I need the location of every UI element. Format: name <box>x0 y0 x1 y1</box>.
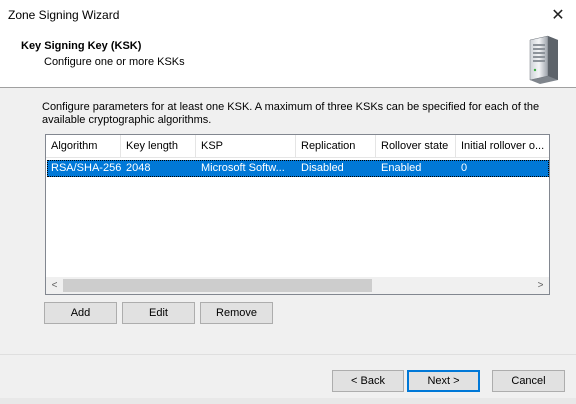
window-bottom-edge <box>0 398 576 404</box>
back-button[interactable]: < Back <box>332 370 404 392</box>
edit-button[interactable]: Edit <box>122 302 195 324</box>
column-replication[interactable]: Replication <box>296 135 376 157</box>
column-algorithm[interactable]: Algorithm <box>46 135 121 157</box>
scroll-left-icon[interactable]: < <box>46 277 63 294</box>
cell-initial-rollover: 0 <box>461 162 468 174</box>
ksk-list[interactable]: Algorithm Key length KSP Replication Rol… <box>45 134 550 295</box>
next-button[interactable]: Next > <box>407 370 480 392</box>
column-ksp[interactable]: KSP <box>196 135 296 157</box>
close-button[interactable]: ✕ <box>540 0 576 30</box>
title-bar: Zone Signing Wizard ✕ <box>0 0 576 30</box>
close-icon: ✕ <box>551 7 565 24</box>
cell-algorithm: RSA/SHA-256 <box>51 162 121 174</box>
wizard-header: Key Signing Key (KSK) Configure one or m… <box>0 30 576 88</box>
remove-button[interactable]: Remove <box>200 302 273 324</box>
footer-divider <box>0 354 576 355</box>
cancel-button[interactable]: Cancel <box>492 370 565 392</box>
table-row[interactable]: RSA/SHA-256 2048 Microsoft Softw... Disa… <box>47 160 549 177</box>
list-header: Algorithm Key length KSP Replication Rol… <box>46 135 549 158</box>
add-button[interactable]: Add <box>44 302 117 324</box>
server-icon <box>529 35 558 84</box>
zone-signing-wizard-window: Zone Signing Wizard ✕ Key Signing Key (K… <box>0 0 576 404</box>
cell-key-length: 2048 <box>126 162 151 174</box>
instructions-text: Configure parameters for at least one KS… <box>42 101 540 126</box>
column-key-length[interactable]: Key length <box>121 135 196 157</box>
scroll-thumb[interactable] <box>63 279 372 292</box>
cell-replication: Disabled <box>301 162 344 174</box>
scroll-right-icon[interactable]: > <box>532 277 549 294</box>
cell-rollover-state: Enabled <box>381 162 422 174</box>
column-initial-rollover[interactable]: Initial rollover o... <box>456 135 549 157</box>
page-title: Key Signing Key (KSK) <box>21 40 142 52</box>
page-subtitle: Configure one or more KSKs <box>44 56 185 68</box>
window-title: Zone Signing Wizard <box>8 8 120 22</box>
horizontal-scrollbar[interactable]: < > <box>46 277 549 294</box>
cell-ksp: Microsoft Softw... <box>201 162 285 174</box>
column-rollover-state[interactable]: Rollover state <box>376 135 456 157</box>
